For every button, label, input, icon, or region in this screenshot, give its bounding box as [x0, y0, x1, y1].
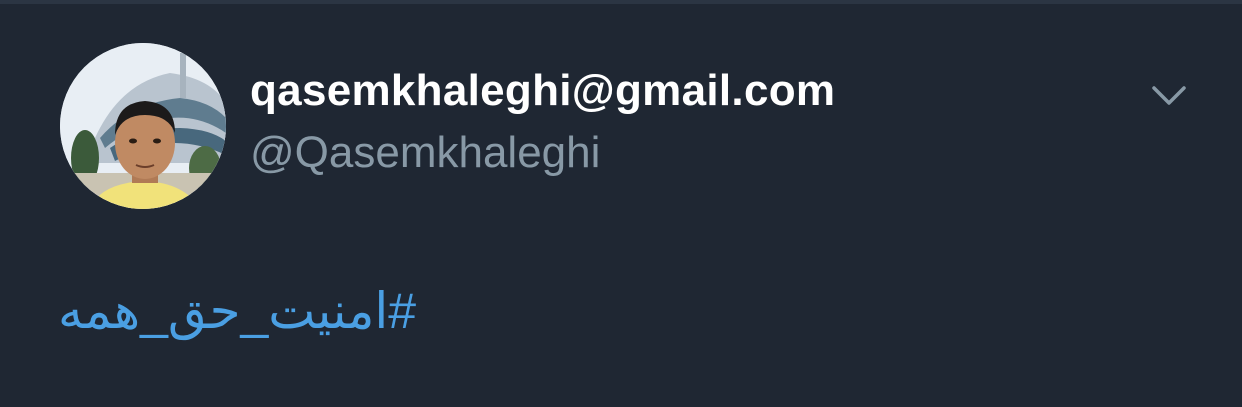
user-handle[interactable]: @Qasemkhaleghi [250, 128, 600, 178]
hashtag-link[interactable]: #امنیت_حق_همه [58, 282, 416, 340]
display-name[interactable]: qasemkhaleghi@gmail.com [250, 66, 835, 116]
chevron-down-icon[interactable] [1148, 80, 1190, 112]
avatar-photo [60, 43, 226, 209]
avatar[interactable] [60, 43, 226, 209]
tweet-card: qasemkhaleghi@gmail.com @Qasemkhaleghi #… [0, 0, 1242, 407]
divider [0, 0, 1242, 4]
